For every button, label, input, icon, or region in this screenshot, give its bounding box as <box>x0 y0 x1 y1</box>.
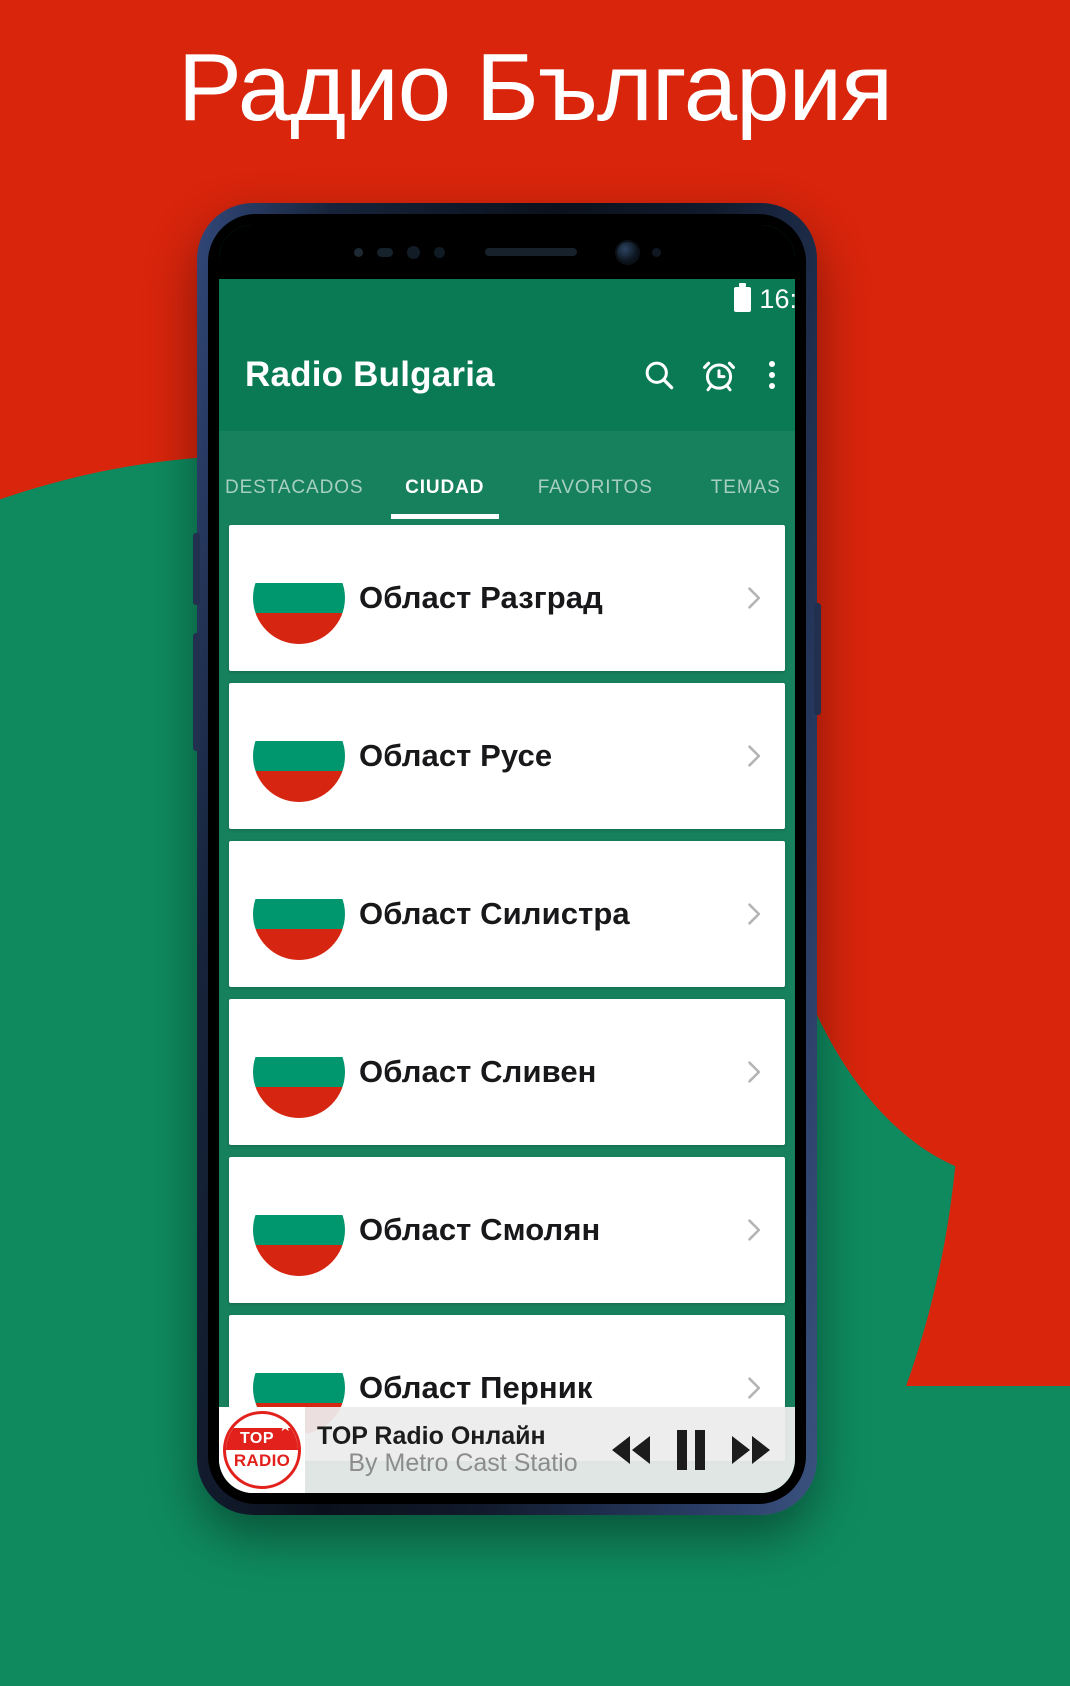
hero-title: Радио България <box>177 34 893 141</box>
region-list[interactable]: Област Разград Област Русе Област Силист… <box>219 519 795 1493</box>
tab-favoritos[interactable]: FAVORITOS <box>520 477 671 519</box>
search-icon <box>645 361 674 390</box>
list-item[interactable]: Област Разград <box>229 525 785 671</box>
list-item-label: Област Перник <box>359 1370 593 1405</box>
app-bar: Radio Bulgaria <box>219 319 795 431</box>
mini-player-bar[interactable]: TOP ★ RADIO TOP Radio Онлайн By Metro Ca… <box>219 1407 795 1493</box>
rewind-icon <box>612 1436 650 1464</box>
player-controls <box>609 1430 795 1470</box>
phone-button-bixby[interactable] <box>193 533 200 605</box>
phone-screen: 16:53 Radio Bulgaria <box>219 225 795 1493</box>
tab-temas[interactable]: TEMAS <box>671 477 796 519</box>
light-sensor-icon <box>406 245 420 259</box>
overflow-menu-button[interactable] <box>749 345 795 405</box>
proximity-sensor-icon <box>353 247 363 257</box>
chevron-right-icon[interactable] <box>721 1216 785 1244</box>
fast-forward-icon <box>732 1436 770 1464</box>
list-item[interactable]: Област Сливен <box>229 999 785 1145</box>
bulgaria-flag-icon <box>253 710 345 802</box>
alarm-button[interactable] <box>689 345 749 405</box>
player-station-subtitle: By Metro Cast Statio <box>348 1449 578 1477</box>
phone-sensor-strip <box>219 225 795 279</box>
chevron-right-icon[interactable] <box>721 1374 785 1402</box>
bulgaria-flag-icon <box>253 1026 345 1118</box>
chevron-right-icon[interactable] <box>721 584 785 612</box>
player-metadata: TOP Radio Онлайн By Metro Cast Statio <box>305 1422 609 1478</box>
bulgaria-flag-icon <box>253 552 345 644</box>
bulgaria-flag-icon <box>253 868 345 960</box>
player-station-title: TOP Radio Онлайн <box>317 1422 546 1450</box>
forward-button[interactable] <box>729 1433 773 1467</box>
star-icon: ★ <box>278 1418 292 1435</box>
front-camera-icon <box>616 241 638 263</box>
phone-mockup: 16:53 Radio Bulgaria <box>193 203 821 1515</box>
tab-ciudad[interactable]: CIUDAD <box>370 477 521 519</box>
logo-bottom-text: RADIO <box>233 1451 291 1470</box>
top-radio-logo-icon: TOP ★ RADIO <box>223 1411 301 1489</box>
chevron-right-icon[interactable] <box>721 742 785 770</box>
alarm-clock-icon <box>703 361 735 392</box>
rewind-button[interactable] <box>609 1433 653 1467</box>
led-indicator-icon <box>651 247 661 257</box>
tab-bar: DESTACADOS CIUDAD FAVORITOS TEMAS <box>219 431 795 519</box>
list-item[interactable]: Област Смолян <box>229 1157 785 1303</box>
pause-button[interactable] <box>677 1430 705 1470</box>
bulgaria-flag-icon <box>253 1184 345 1276</box>
list-item[interactable]: Област Силистра <box>229 841 785 987</box>
overflow-menu-icon <box>769 361 775 389</box>
pause-icon <box>677 1430 705 1470</box>
list-item[interactable]: Област Русе <box>229 683 785 829</box>
battery-icon <box>734 282 752 312</box>
chevron-right-icon[interactable] <box>721 900 785 928</box>
search-button[interactable] <box>629 345 689 405</box>
list-item-label: Област Смолян <box>359 1212 601 1247</box>
earpiece-speaker-icon <box>484 248 577 256</box>
app-title: Radio Bulgaria <box>245 355 495 394</box>
iris-sensor-icon <box>376 247 393 257</box>
list-item-label: Област Силистра <box>359 896 630 931</box>
list-item-label: Област Сливен <box>359 1054 597 1089</box>
station-logo: TOP ★ RADIO <box>219 1407 305 1493</box>
list-item-label: Област Разград <box>359 580 603 615</box>
extra-sensor-icon <box>433 246 445 258</box>
list-item-label: Област Русе <box>359 738 553 773</box>
phone-button-power[interactable] <box>814 603 821 715</box>
chevron-right-icon[interactable] <box>721 1058 785 1086</box>
status-bar-clock: 16:53 <box>759 283 795 314</box>
status-bar: 16:53 <box>219 279 795 319</box>
phone-button-volume[interactable] <box>193 633 200 751</box>
tab-destacados[interactable]: DESTACADOS <box>219 477 370 519</box>
